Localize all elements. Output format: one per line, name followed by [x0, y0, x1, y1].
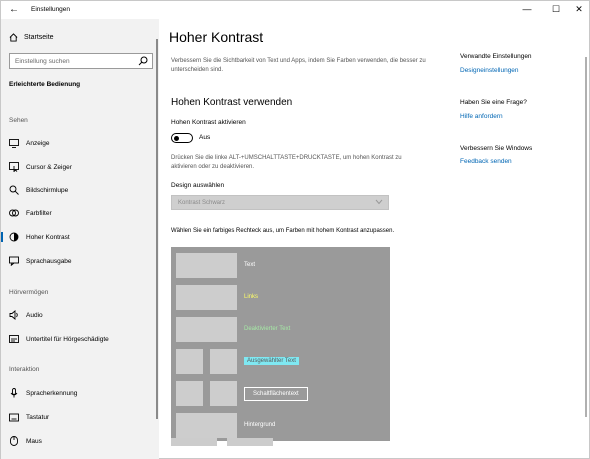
preview-button-label: Schaltflächentext [253, 391, 299, 397]
feedback-link[interactable]: Feedback senden [460, 158, 512, 165]
sidebar-item-untertitel[interactable]: Untertitel für Hörgeschädigte [1, 330, 156, 348]
sidebar-item-bildschirmlupe[interactable]: Bildschirmlupe [1, 181, 156, 199]
close-button[interactable]: ✕ [571, 4, 587, 15]
magnifier-icon [9, 185, 19, 195]
design-select[interactable]: Kontrast Schwarz [171, 195, 389, 210]
sidebar-item-hoher-kontrast[interactable]: Hoher Kontrast [1, 228, 156, 246]
window-title: Einstellungen [31, 6, 71, 13]
back-arrow-icon[interactable]: ← [9, 4, 19, 15]
display-icon [9, 138, 19, 148]
sidebar-item-farbfilter[interactable]: Farbfilter [1, 204, 156, 222]
disabled-text-color-swatch[interactable] [176, 317, 237, 342]
preview-disabled-label: Deaktivierter Text [244, 326, 291, 332]
contrast-preview: Text Links Deaktivierter Text Ausgewählt… [171, 247, 390, 441]
sidebar: Startseite Einstellung suchen Erleichter… [1, 19, 159, 459]
section-sehen: Sehen [9, 117, 28, 124]
section-title: Hohen Kontrast verwenden [171, 97, 293, 108]
title-bar: ← Einstellungen — ☐ ✕ [1, 1, 590, 19]
sidebar-item-label: Cursor & Zeiger [26, 163, 72, 171]
microphone-icon [9, 388, 19, 398]
color-filter-icon [9, 208, 19, 218]
search-placeholder: Einstellung suchen [15, 58, 70, 65]
sidebar-item-label: Hoher Kontrast [26, 233, 70, 241]
design-label: Design auswählen [171, 182, 225, 189]
toggle-label: Hohen Kontrast aktivieren [171, 119, 246, 126]
search-icon[interactable] [138, 56, 148, 66]
sidebar-item-sprachausgabe[interactable]: Sprachausgabe [1, 252, 156, 270]
question-heading: Haben Sie eine Frage? [460, 99, 527, 106]
home-nav-item[interactable]: Startseite [9, 33, 54, 42]
page-description: Verbessern Sie die Sichtbarkeit von Text… [171, 58, 426, 73]
page-title: Hoher Kontrast [169, 29, 264, 45]
narrator-icon [9, 256, 19, 266]
keyboard-icon [9, 412, 19, 422]
minimize-button[interactable]: — [519, 4, 535, 14]
cancel-button-partial[interactable] [227, 438, 273, 446]
selected-text-bg-swatch[interactable] [210, 349, 237, 374]
high-contrast-icon [9, 232, 19, 242]
preview-text-label: Text [244, 262, 256, 268]
sidebar-item-label: Farbfilter [26, 209, 52, 217]
maximize-button[interactable]: ☐ [548, 4, 564, 15]
get-help-link[interactable]: Hilfe anfordern [460, 113, 503, 120]
category-title: Erleichterte Bedienung [9, 81, 81, 88]
sidebar-item-label: Audio [26, 311, 43, 319]
mouse-icon [9, 436, 19, 446]
toggle-state: Aus [199, 134, 211, 141]
sidebar-item-maus[interactable]: Maus [1, 432, 156, 450]
section-interaktion: Interaktion [9, 366, 40, 373]
shortcut-hint: Drücken Sie die linke ALT-+UMSCHALTTASTE… [171, 155, 402, 170]
sidebar-item-label: Bildschirmlupe [26, 186, 69, 194]
settings-window: ← Einstellungen — ☐ ✕ Startseite Einstel… [0, 0, 590, 459]
preview-links-label: Links [244, 294, 259, 300]
cursor-icon [9, 162, 19, 172]
button-text-bg-swatch[interactable] [210, 381, 237, 406]
captions-icon [9, 334, 19, 344]
text-color-swatch[interactable] [176, 253, 237, 278]
sidebar-item-label: Untertitel für Hörgeschädigte [26, 335, 109, 343]
sidebar-scrollbar[interactable] [156, 39, 158, 419]
sidebar-item-label: Anzeige [26, 139, 50, 147]
sidebar-item-audio[interactable]: Audio [1, 306, 156, 324]
background-color-swatch[interactable] [176, 413, 237, 438]
main-scrollbar[interactable] [585, 57, 587, 417]
sidebar-item-cursor[interactable]: Cursor & Zeiger [1, 158, 156, 176]
preview-instruction: Wählen Sie ein farbiges Rechteck aus, um… [171, 228, 395, 234]
related-settings-heading: Verwandte Einstellungen [460, 53, 532, 60]
sidebar-item-label: Sprachausgabe [26, 257, 72, 265]
sidebar-item-label: Maus [26, 437, 42, 445]
sidebar-item-tastatur[interactable]: Tastatur [1, 408, 156, 426]
sidebar-item-label: Spracherkennung [26, 389, 78, 397]
search-input[interactable]: Einstellung suchen [9, 53, 153, 69]
section-hoervermoegen: Hörvermögen [9, 289, 49, 296]
selected-text-fg-swatch[interactable] [176, 349, 203, 374]
design-settings-link[interactable]: Designeinstellungen [460, 67, 519, 74]
high-contrast-toggle[interactable] [171, 133, 193, 143]
sidebar-item-anzeige[interactable]: Anzeige [1, 134, 156, 152]
home-icon [9, 33, 18, 42]
preview-background-label: Hintergrund [244, 422, 276, 428]
improve-heading: Verbessern Sie Windows [460, 145, 533, 152]
preview-selected-label: Ausgewählter Text [244, 357, 299, 365]
design-select-value: Kontrast Schwarz [178, 200, 226, 206]
sidebar-item-label: Tastatur [26, 413, 50, 421]
preview-button: Schaltflächentext [244, 387, 308, 401]
main-content: Hoher Kontrast Verbessern Sie die Sichtb… [159, 19, 590, 459]
links-color-swatch[interactable] [176, 285, 237, 310]
sidebar-item-spracherkennung[interactable]: Spracherkennung [1, 384, 156, 402]
home-label: Startseite [24, 34, 54, 41]
chevron-down-icon [375, 199, 383, 205]
apply-button-partial[interactable] [171, 438, 217, 446]
button-text-fg-swatch[interactable] [176, 381, 203, 406]
speaker-icon [9, 310, 19, 320]
